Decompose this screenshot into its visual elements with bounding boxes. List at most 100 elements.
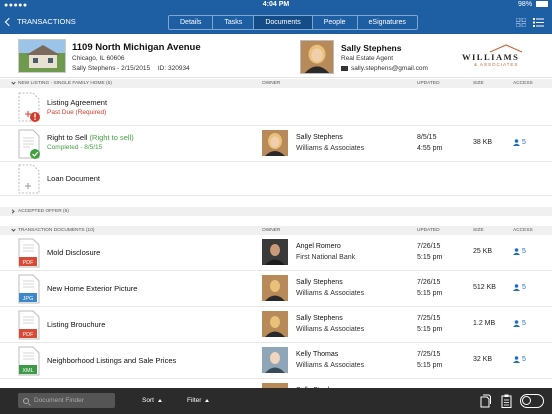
copy-documents-icon[interactable] xyxy=(480,394,491,408)
file-size: 1.2 MB xyxy=(473,320,496,327)
updated-time: 4:55 pm xyxy=(417,145,443,152)
battery-icon xyxy=(536,1,548,8)
file-size: 32 KB xyxy=(473,356,493,363)
search-icon xyxy=(23,397,29,404)
owner-avatar xyxy=(262,239,288,265)
document-name: Loan Document xyxy=(47,174,100,183)
document-name: Listing Brouchure xyxy=(47,320,106,329)
back-button[interactable]: TRANSACTIONS xyxy=(4,17,76,26)
document-row[interactable]: PDF Mold Disclosure Angel Romero First Nati… xyxy=(0,235,552,271)
chevron-left-icon xyxy=(4,17,14,26)
column-updated: UPDATED xyxy=(417,228,440,233)
toggle-knob-icon xyxy=(522,396,531,405)
access-count[interactable]: 5 xyxy=(513,320,526,327)
document-finder-placeholder: Document Finder xyxy=(34,397,84,404)
view-toggle[interactable] xyxy=(520,394,544,408)
caret-up-icon xyxy=(205,399,210,402)
column-access: ACCESS xyxy=(513,81,533,86)
file-type-icon: JPG xyxy=(18,274,40,304)
access-count[interactable]: 5 xyxy=(513,284,526,291)
person-icon xyxy=(513,139,520,146)
section-header-accepted-offer[interactable]: ACCEPTED OFFER (6) xyxy=(0,207,552,216)
updated-date: 7/25/15 xyxy=(417,315,441,322)
document-row[interactable]: PDF Listing Brouchure Sally Stephens Willia… xyxy=(0,307,552,343)
column-owner: OWNER xyxy=(262,81,281,86)
updated-date: 7/25/15 xyxy=(417,351,441,358)
tab-details[interactable]: Details xyxy=(169,16,214,29)
access-count[interactable]: 5 xyxy=(513,248,526,255)
document-row[interactable]: JPG New Home Exterior Picture Sally Stephe… xyxy=(0,271,552,307)
document-row-loan-document[interactable]: Loan Document xyxy=(0,162,552,196)
tab-bar: Details Tasks Documents People eSignatur… xyxy=(168,15,418,30)
property-address: 1109 North Michigan Avenue xyxy=(72,42,201,53)
document-status: Completed - 8/5/15 xyxy=(47,144,103,151)
brand-sub: & ASSOCIATES xyxy=(474,62,519,67)
document-add-icon xyxy=(18,164,40,194)
column-access: ACCESS xyxy=(513,228,533,233)
file-type-label: JPG xyxy=(23,296,34,302)
owner-avatar xyxy=(262,130,288,156)
tab-tasks[interactable]: Tasks xyxy=(213,16,255,29)
grid-view-icon[interactable] xyxy=(516,18,526,27)
owner-company: Williams & Associates xyxy=(296,290,365,297)
owner-avatar xyxy=(262,347,288,373)
document-row-listing-agreement[interactable]: Listing Agreement Past Due (Required) xyxy=(0,88,552,126)
access-count[interactable]: 5 xyxy=(513,139,526,146)
filter-button[interactable]: Filter xyxy=(187,397,210,404)
updated-date: 7/26/15 xyxy=(417,279,441,286)
access-count[interactable]: 5 xyxy=(513,356,526,363)
document-row-right-to-sell[interactable]: Right to Sell (Right to sell) Completed … xyxy=(0,126,552,162)
document-row[interactable]: XML Neighborhood Listings and Sale Prices… xyxy=(0,343,552,379)
owner-name: Sally Stephens xyxy=(296,279,343,286)
property-city: Chicago, IL 60606 xyxy=(72,55,125,62)
document-finder-input[interactable]: Document Finder xyxy=(18,393,115,408)
owner-avatar xyxy=(262,275,288,301)
owner-company: Williams & Associates xyxy=(296,326,365,333)
document-past-due-icon xyxy=(18,92,40,122)
file-type-icon: PDF xyxy=(18,238,40,268)
envelope-icon xyxy=(341,66,348,71)
property-meta: Sally Stephens - 2/15/2015 ID: 320934 xyxy=(72,65,196,72)
file-size: 38 KB xyxy=(473,139,493,146)
document-status: Past Due (Required) xyxy=(47,109,107,116)
document-name: New Home Exterior Picture xyxy=(47,284,138,293)
chevron-down-icon xyxy=(11,226,16,232)
document-name: Neighborhood Listings and Sale Prices xyxy=(47,356,177,365)
chevron-right-icon xyxy=(10,208,15,214)
updated-time: 5:15 pm xyxy=(417,290,443,297)
person-icon xyxy=(513,320,520,327)
file-type-icon: XML xyxy=(18,346,40,376)
owner-name: Kelly Thomas xyxy=(296,351,339,358)
updated-time: 5:15 pm xyxy=(417,254,443,261)
file-type-icon: PDF xyxy=(18,310,40,340)
section-title: ACCEPTED OFFER (6) xyxy=(18,209,69,214)
clipboard-icon[interactable] xyxy=(501,394,512,408)
caret-up-icon xyxy=(157,399,162,402)
updated-time: 5:15 pm xyxy=(417,326,443,333)
section-title: NEW LISTING - SINGLE FAMILY HOME (5) xyxy=(18,81,112,86)
owner-company: Williams & Associates xyxy=(296,362,365,369)
section-header-transaction-documents[interactable]: TRANSACTION DOCUMENTS (10) OWNER UPDATED… xyxy=(0,226,552,235)
transaction-header: 1109 North Michigan Avenue Chicago, IL 6… xyxy=(0,34,552,78)
tab-documents[interactable]: Documents xyxy=(254,16,313,29)
person-icon xyxy=(513,284,520,291)
section-header-new-listing[interactable]: NEW LISTING - SINGLE FAMILY HOME (5) OWN… xyxy=(0,79,552,88)
nav-bar: TRANSACTIONS Details Tasks Documents Peo… xyxy=(0,11,552,34)
document-name: Right to Sell (Right to sell) xyxy=(47,133,134,142)
column-owner: OWNER xyxy=(262,228,281,233)
tab-esignatures[interactable]: eSignatures xyxy=(358,16,417,29)
list-view-icon[interactable] xyxy=(533,18,544,27)
column-size: SIZE xyxy=(473,81,484,86)
agent-avatar xyxy=(300,40,334,74)
sort-button[interactable]: Sort xyxy=(142,397,162,404)
battery-indicator: 98% xyxy=(518,1,548,8)
tab-people[interactable]: People xyxy=(313,16,358,29)
updated-date: 8/5/15 xyxy=(417,134,437,141)
owner-company: Williams & Associates xyxy=(296,145,365,152)
brand-name: WILLIAMS xyxy=(462,52,520,62)
back-label: TRANSACTIONS xyxy=(17,17,76,26)
chevron-down-icon xyxy=(11,79,16,85)
column-size: SIZE xyxy=(473,228,484,233)
owner-name: Sally Stephens xyxy=(296,134,343,141)
agent-email[interactable]: sally.stephens@gmail.com xyxy=(341,65,428,72)
